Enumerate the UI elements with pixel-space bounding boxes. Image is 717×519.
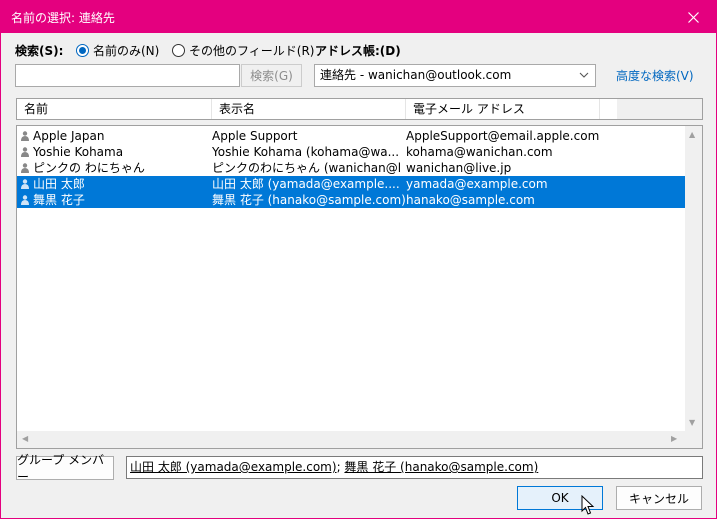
scroll-up-icon[interactable]: ▲ (689, 130, 695, 139)
table-row[interactable]: ピンクの わにちゃん ピンクのわにちゃん (wanichan@live... w… (17, 160, 685, 176)
address-book-label: アドレス帳:(D) (315, 44, 401, 58)
address-book-select[interactable]: 連絡先 - wanichan@outlook.com (314, 64, 596, 87)
contact-icon (21, 179, 29, 189)
close-button[interactable] (670, 1, 716, 33)
header-filler (617, 99, 702, 119)
select-names-dialog: 名前の選択: 連絡先 検索(S): 名前のみ(N) その他のフィールド(R) ア… (0, 0, 717, 519)
table-row[interactable]: 山田 太郎 山田 太郎 (yamada@example.... yamada@e… (17, 176, 685, 192)
search-input[interactable] (15, 64, 240, 87)
search-label: 検索(S): (15, 44, 64, 58)
contact-email: hanako@sample.com (406, 193, 535, 207)
contacts-list[interactable]: Apple Japan Apple Support AppleSupport@e… (16, 125, 703, 449)
advanced-search-link[interactable]: 高度な検索(V) (616, 67, 694, 84)
contact-name: ピンクの わにちゃん (33, 161, 145, 175)
contact-icon (21, 163, 29, 173)
chevron-down-icon (579, 72, 589, 78)
column-header-email[interactable]: 電子メール アドレス (406, 99, 600, 119)
radio-unchecked-icon (172, 44, 185, 57)
contact-display-name: Apple Support (212, 129, 298, 143)
cancel-button[interactable]: キャンセル (616, 486, 702, 510)
contact-display-name: 舞黒 花子 (hanako@sample.com) (212, 193, 406, 207)
scroll-down-icon[interactable]: ▼ (689, 418, 695, 427)
vertical-scrollbar[interactable]: ▲ ▼ (685, 126, 702, 431)
column-header-name[interactable]: 名前 (17, 99, 212, 119)
contact-name: 舞黒 花子 (33, 193, 85, 207)
contact-email: kohama@wanichan.com (406, 145, 553, 159)
column-header-row: 名前 表示名 電子メール アドレス (16, 98, 703, 120)
radio-name-only[interactable]: 名前のみ(N) (76, 42, 159, 59)
contact-display-name: 山田 太郎 (yamada@example.... (212, 177, 400, 191)
search-button[interactable]: 検索(G) (241, 64, 302, 87)
contact-icon (21, 131, 29, 141)
radio-other-fields[interactable]: その他のフィールド(R) (172, 42, 314, 59)
title-bar: 名前の選択: 連絡先 (1, 1, 716, 33)
radio-other-fields-label: その他のフィールド(R) (189, 44, 315, 58)
scrollbar-corner (685, 431, 702, 448)
table-row[interactable]: 舞黒 花子 舞黒 花子 (hanako@sample.com) hanako@s… (17, 192, 685, 208)
table-row[interactable]: Yoshie Kohama Yoshie Kohama (kohama@wa..… (17, 144, 685, 160)
table-row[interactable]: Apple Japan Apple Support AppleSupport@e… (17, 128, 685, 144)
radio-name-only-label: 名前のみ(N) (93, 44, 160, 58)
horizontal-scrollbar[interactable]: ◀ ▶ (17, 431, 685, 448)
contact-email: wanichan@live.jp (406, 161, 512, 175)
radio-checked-icon (76, 44, 89, 57)
contact-email: AppleSupport@email.apple.com (406, 129, 600, 143)
recipient-1[interactable]: 山田 太郎 (yamada@example.com) (130, 460, 337, 474)
address-book-value: 連絡先 - wanichan@outlook.com (320, 68, 512, 82)
recipient-2[interactable]: 舞黒 花子 (hanako@sample.com) (344, 460, 538, 474)
recipients-field[interactable]: 山田 太郎 (yamada@example.com); 舞黒 花子 (hanak… (126, 456, 703, 479)
window-title: 名前の選択: 連絡先 (11, 11, 115, 25)
scroll-left-icon[interactable]: ◀ (22, 434, 28, 443)
contact-display-name: Yoshie Kohama (kohama@wa... (212, 145, 400, 159)
contact-icon (21, 147, 29, 157)
scroll-right-icon[interactable]: ▶ (671, 434, 677, 443)
contact-email: yamada@example.com (406, 177, 548, 191)
mouse-pointer-icon (581, 495, 595, 515)
contact-display-name: ピンクのわにちゃん (wanichan@live... (212, 161, 402, 175)
contact-name: Apple Japan (33, 129, 105, 143)
column-header-display-name[interactable]: 表示名 (212, 99, 406, 119)
contact-name: Yoshie Kohama (33, 145, 124, 159)
group-members-button[interactable]: グループ メンバー (16, 453, 114, 484)
contact-icon (21, 195, 29, 205)
contact-name: 山田 太郎 (33, 177, 85, 191)
close-icon (687, 11, 699, 23)
